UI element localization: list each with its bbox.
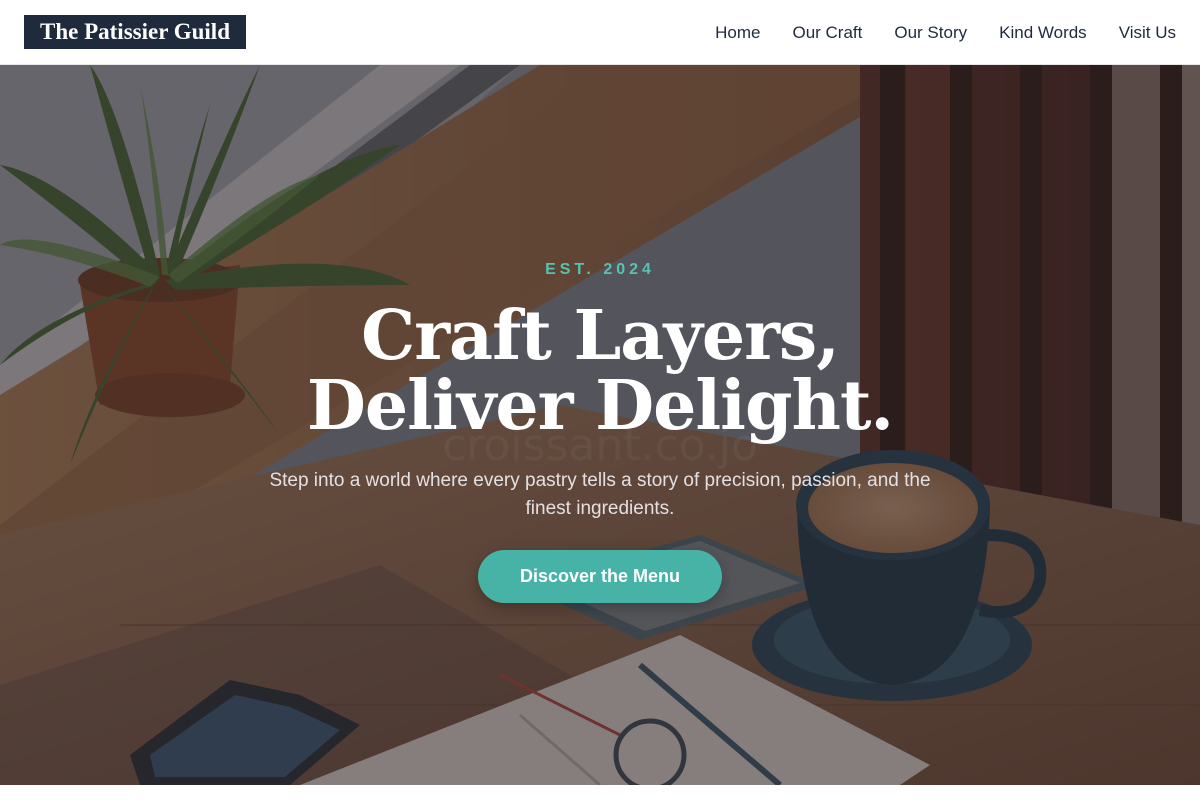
hero-title-line-2: Deliver Delight. xyxy=(306,366,894,446)
site-header: The Patissier Guild Home Our Craft Our S… xyxy=(0,0,1200,65)
nav-link-visit-us[interactable]: Visit Us xyxy=(1119,23,1176,43)
page-bottom-strip xyxy=(0,785,1200,800)
hero-title-line-1: Craft Layers, xyxy=(361,296,840,376)
nav-link-kind-words[interactable]: Kind Words xyxy=(999,23,1087,43)
hero-section: croissant.co.jo EST. 2024 Craft Layers, … xyxy=(0,65,1200,785)
nav-link-our-story[interactable]: Our Story xyxy=(894,23,967,43)
hero-subtitle: Step into a world where every pastry tel… xyxy=(269,470,931,519)
hero-content: EST. 2024 Craft Layers, Deliver Delight.… xyxy=(0,65,1200,785)
nav-link-our-craft[interactable]: Our Craft xyxy=(792,23,862,43)
brand-logo[interactable]: The Patissier Guild xyxy=(24,15,246,49)
main-nav: Home Our Craft Our Story Kind Words Visi… xyxy=(715,0,1176,65)
nav-link-home[interactable]: Home xyxy=(715,23,760,43)
hero-title: Craft Layers, Deliver Delight. xyxy=(0,301,1200,441)
discover-menu-button[interactable]: Discover the Menu xyxy=(478,550,722,603)
hero-eyebrow: EST. 2024 xyxy=(545,261,655,278)
